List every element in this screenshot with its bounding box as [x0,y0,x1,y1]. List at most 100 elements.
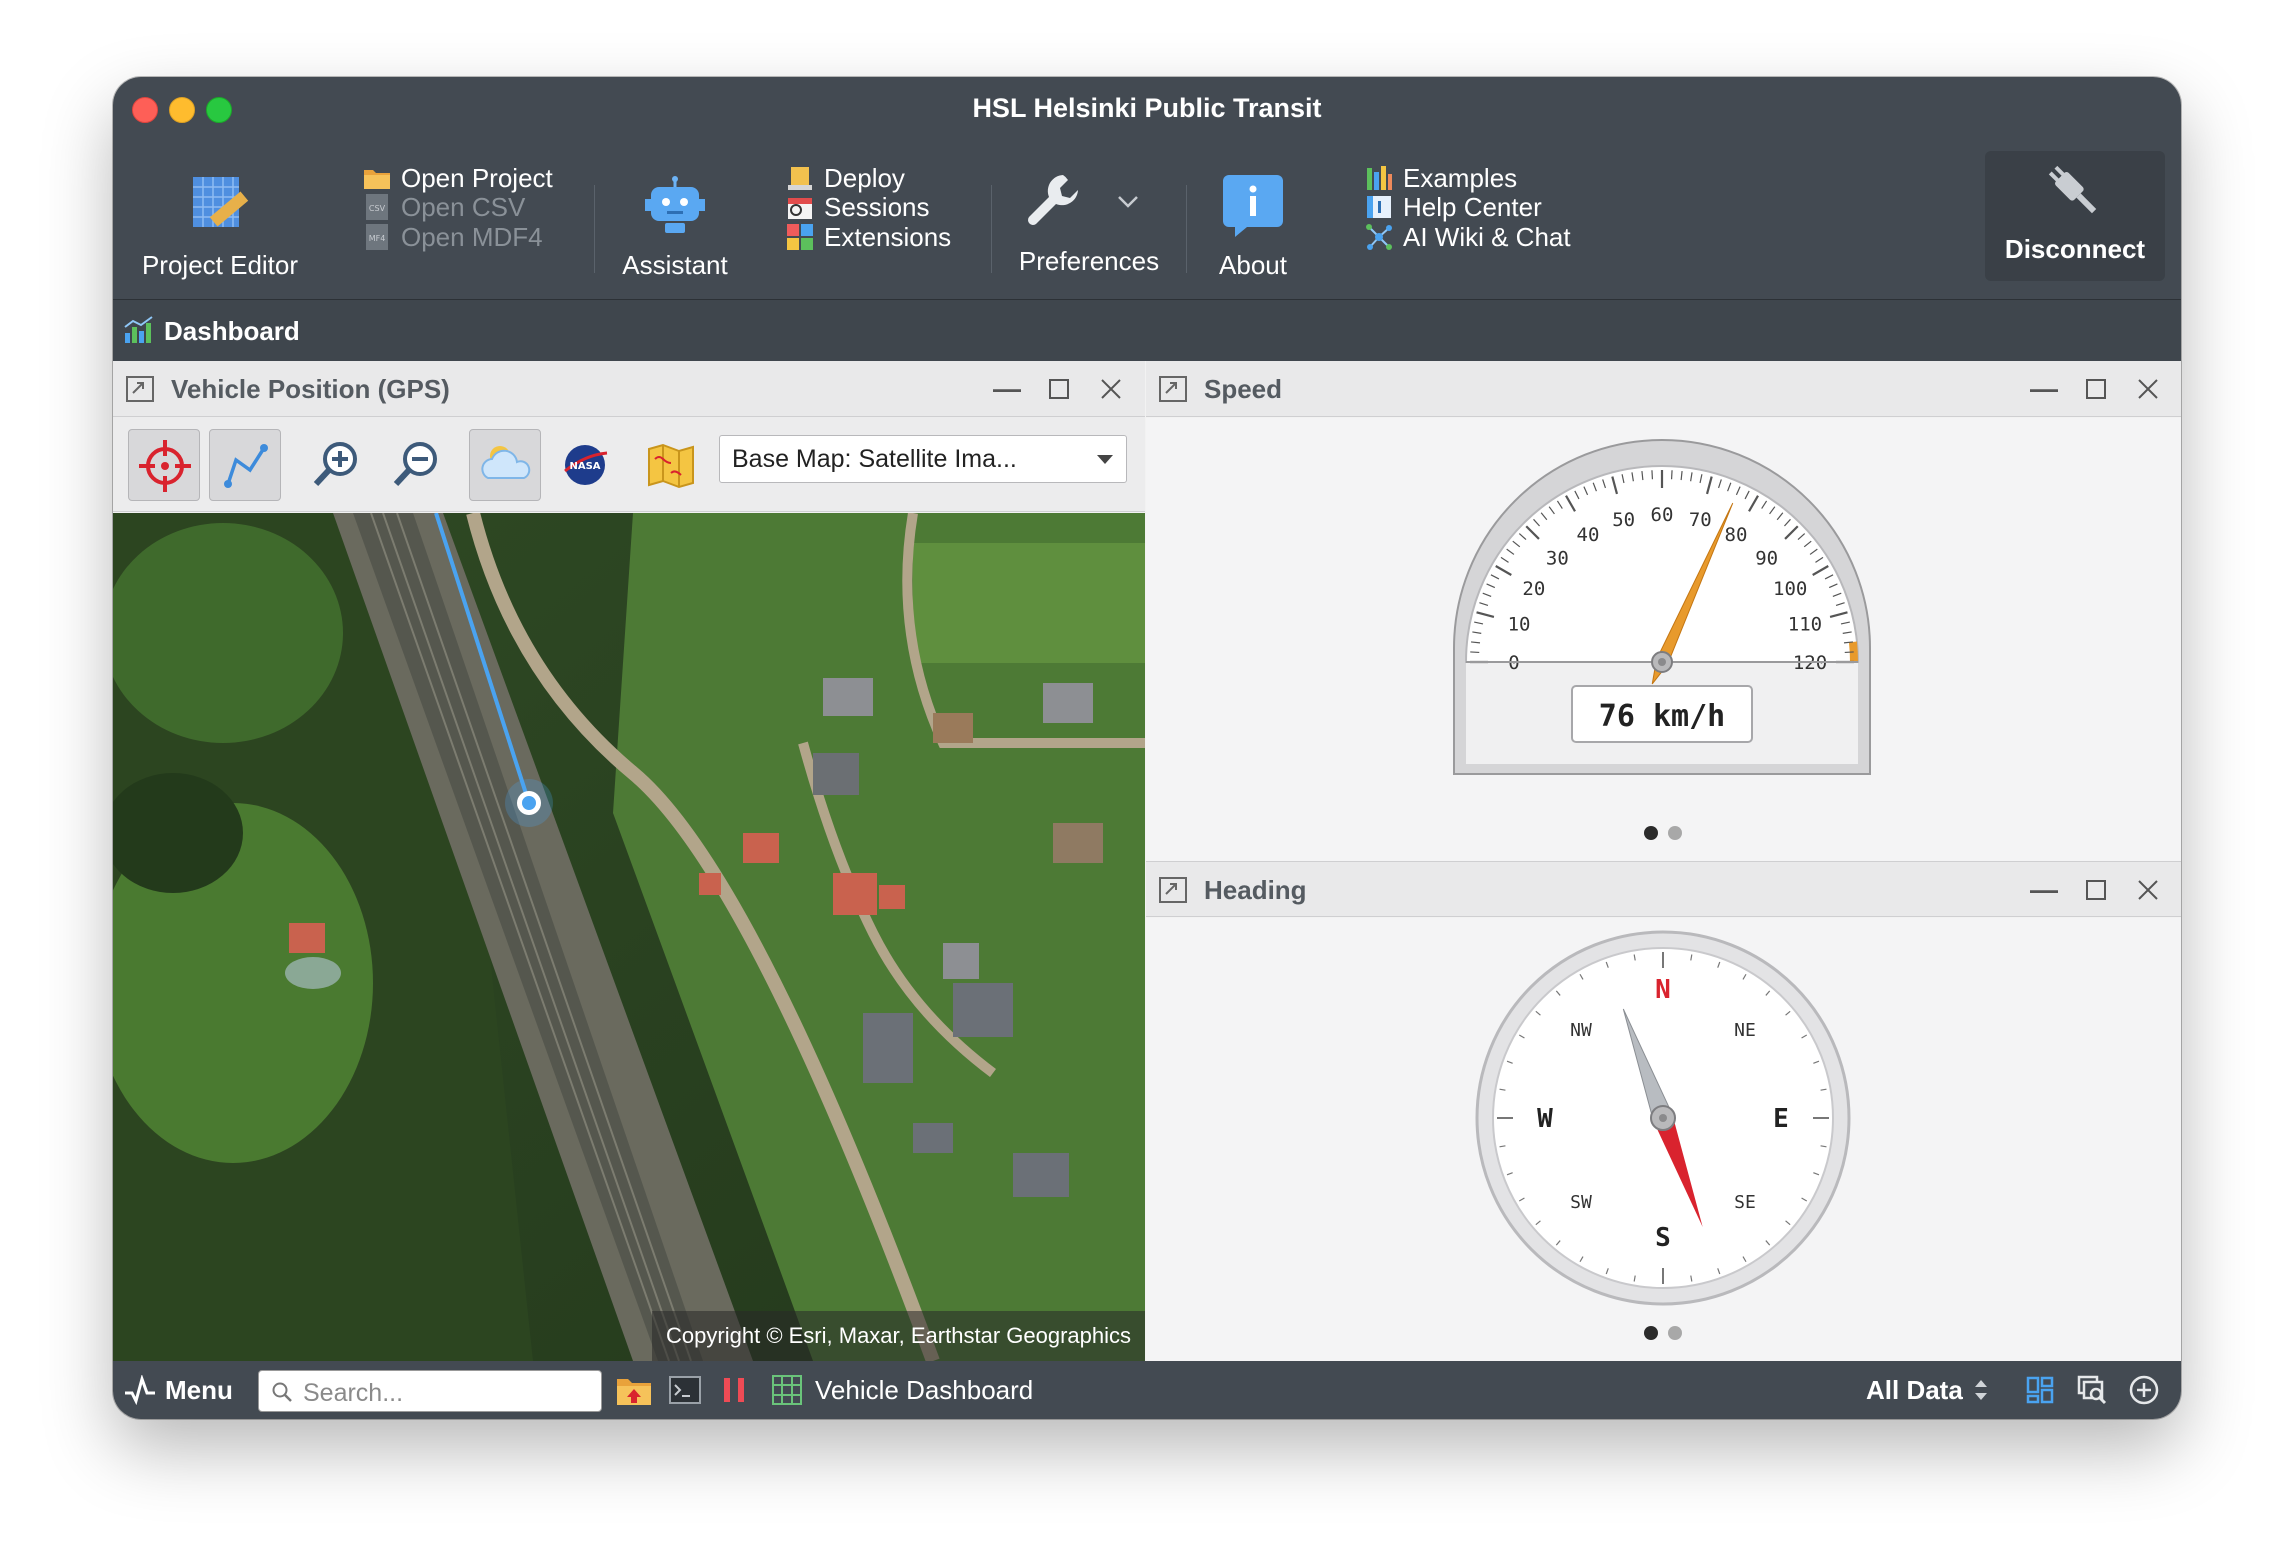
deploy-icon [786,164,814,192]
close-icon[interactable] [2130,872,2166,908]
open-mdf4-button[interactable]: MF4 Open MDF4 [363,219,543,255]
svg-text:CSV: CSV [369,204,386,213]
speed-pane-title: Speed [1204,374,1283,404]
page-dot[interactable] [1668,1326,1682,1340]
speed-tick-label: 50 [1612,509,1635,531]
main-toolbar: Project Editor Open Project CSV Open CSV… [113,137,2181,299]
toolbar-separator [991,185,992,273]
satellite-map[interactable]: Copyright © Esri, Maxar, Earthstar Geogr… [113,513,1145,1361]
map-layers-button[interactable] [635,429,707,501]
minimize-icon[interactable]: — [2026,872,2062,908]
search-input[interactable]: Search... [258,1370,602,1412]
disconnect-label: Disconnect [2004,234,2146,264]
open-csv-label: Open CSV [401,191,526,222]
close-icon[interactable] [1093,371,1129,407]
status-bar: Menu Search... Vehicle Dashboard All Dat… [113,1361,2181,1419]
dashboard-title: Dashboard [164,316,300,346]
title-bar: HSL Helsinki Public Transit [113,77,2181,137]
speed-tick-label: 110 [1788,614,1822,636]
base-map-select[interactable]: Base Map: Satellite Ima... [719,435,1127,483]
svg-text:MF4: MF4 [369,234,386,243]
info-icon [1223,175,1283,237]
data-filter-select[interactable]: All Data [1866,1371,1989,1409]
workspace-label: Vehicle Dashboard [815,1374,1034,1405]
maximize-icon[interactable] [2078,872,2114,908]
terminal-icon[interactable] [668,1374,702,1406]
zoom-out-button[interactable] [380,429,452,501]
compass-n: N [1655,975,1671,1005]
show-trajectory-button[interactable] [209,429,281,501]
pause-icon[interactable] [719,1375,749,1405]
help-center-label: Help Center [1403,191,1542,222]
center-on-vehicle-button[interactable] [128,429,200,501]
page-dot[interactable] [1668,826,1682,840]
speed-pane-body: 0102030405060708090100110120 76 km/h [1146,418,2181,861]
zoom-in-icon [313,442,357,487]
csv-file-icon: CSV [363,193,391,221]
ai-wiki-button[interactable]: AI Wiki & Chat [1365,219,1571,255]
ruler-grid-icon [193,177,249,227]
toolbar-separator [1186,185,1187,273]
windows-search-icon[interactable] [2076,1374,2108,1406]
speed-tick-label: 20 [1522,578,1545,600]
sessions-icon [786,193,814,221]
heading-pane-body: N NE E SE S SW W NW [1146,918,2181,1361]
about-button[interactable]: About [1198,175,1308,281]
svg-text:NASA: NASA [569,461,600,472]
sessions-label: Sessions [824,191,930,222]
folder-icon[interactable] [616,1373,652,1407]
compass-gauge: N NE E SE S SW W NW [1475,930,1851,1306]
zoom-out-icon [393,442,437,487]
external-window-icon[interactable] [125,375,155,403]
speed-page-indicator[interactable] [1644,826,1682,840]
map-toolbar: NASA Base Map: Satellite Ima... [113,417,1145,512]
close-icon[interactable] [2130,371,2166,407]
project-editor-button[interactable]: Project Editor [135,177,305,281]
speed-readout: 76 km/h [1599,699,1725,734]
speed-tick-label: 80 [1725,524,1748,546]
preferences-button[interactable]: Preferences [1009,175,1169,279]
menu-button[interactable]: Menu [123,1371,233,1409]
heading-page-indicator[interactable] [1644,1326,1682,1340]
speed-pane-header: Speed — [1146,361,2181,417]
toolbar-separator [594,185,595,273]
maximize-icon[interactable] [2078,371,2114,407]
chevron-down-icon[interactable] [1117,195,1139,209]
pulse-icon [125,1375,155,1405]
speed-tick-label: 60 [1651,504,1674,526]
compass-ne: NE [1734,1020,1756,1041]
speed-tick-label: 10 [1508,614,1531,636]
speed-tick-label: 90 [1755,547,1778,569]
external-window-icon[interactable] [1158,876,1188,904]
grid-icon [772,1375,802,1405]
heading-pane-title: Heading [1204,875,1307,905]
extensions-button[interactable]: Extensions [786,219,951,255]
folder-icon [363,164,391,192]
speed-tick-label: 100 [1773,578,1807,600]
minimize-icon[interactable]: — [2026,371,2062,407]
gps-pane-header: Vehicle Position (GPS) — [113,361,1145,417]
maximize-icon[interactable] [1041,371,1077,407]
menu-label: Menu [165,1374,233,1405]
assistant-button[interactable]: Assistant [613,176,737,281]
speedometer-gauge: 0102030405060708090100110120 76 km/h [1453,439,1871,775]
gps-pane-title: Vehicle Position (GPS) [171,374,450,404]
compass-e: E [1773,1104,1789,1134]
compass-s: S [1655,1223,1671,1253]
page-dot[interactable] [1644,826,1658,840]
weather-layer-button[interactable] [469,429,541,501]
add-circle-icon[interactable] [2128,1374,2160,1406]
zoom-in-button[interactable] [300,429,372,501]
trajectory-icon [224,444,268,488]
workspace-tab[interactable]: Vehicle Dashboard [771,1371,1033,1409]
compass-se: SE [1734,1192,1756,1213]
page-dot[interactable] [1644,1326,1658,1340]
layout-icon[interactable] [2025,1375,2055,1405]
nasa-layer-button[interactable]: NASA [549,429,621,501]
data-filter-value: All Data [1866,1374,1963,1405]
disconnect-button[interactable]: Disconnect [1985,151,2165,281]
speed-tick-label: 70 [1689,509,1712,531]
search-icon [272,1382,292,1402]
external-window-icon[interactable] [1158,375,1188,403]
minimize-icon[interactable]: — [989,371,1025,407]
